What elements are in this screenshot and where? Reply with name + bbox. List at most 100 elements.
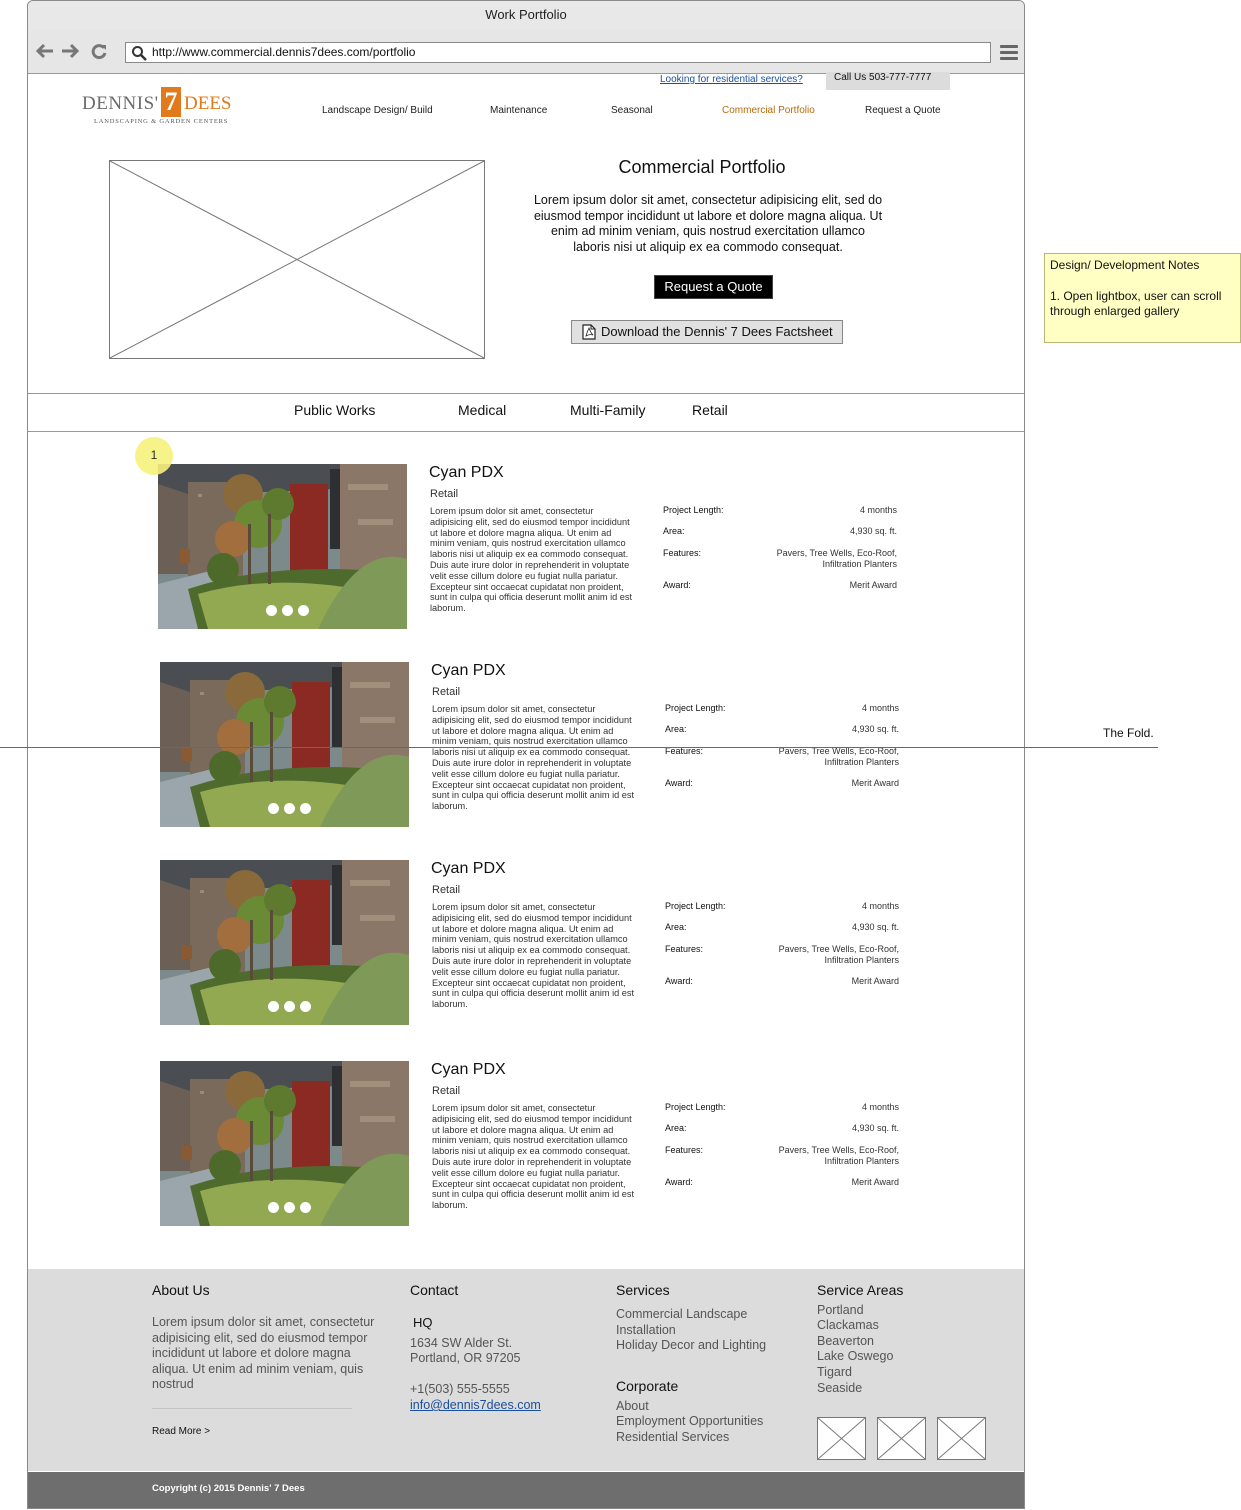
footer-area-item[interactable]: Lake Oswego xyxy=(817,1349,893,1365)
gallery-pagination xyxy=(266,603,314,616)
nav-request-a-quote[interactable]: Request a Quote xyxy=(865,105,941,116)
project-gallery-image[interactable] xyxy=(160,662,409,827)
nav-commercial-portfolio[interactable]: Commercial Portfolio xyxy=(722,105,815,116)
project-card: Cyan PDX Retail Lorem ipsum dolor sit amet… xyxy=(160,860,920,1026)
gallery-pagination xyxy=(268,999,316,1012)
area-label: Area: xyxy=(665,1123,687,1133)
features-value-line-2: Infiltration Planters xyxy=(824,1156,899,1166)
gallery-dot[interactable] xyxy=(300,1001,311,1012)
gallery-dot[interactable] xyxy=(268,803,279,814)
project-length-label: Project Length: xyxy=(663,505,724,515)
award-label: Award: xyxy=(663,580,691,590)
gallery-pagination xyxy=(268,801,316,814)
gallery-dot[interactable] xyxy=(300,1202,311,1213)
footer-corporate-heading: Corporate xyxy=(616,1378,679,1394)
project-title[interactable]: Cyan PDX xyxy=(431,860,506,878)
footer-area-item[interactable]: Portland xyxy=(817,1303,864,1319)
project-card: Cyan PDX Retail Lorem ipsum dolor sit amet… xyxy=(160,662,920,828)
project-title[interactable]: Cyan PDX xyxy=(431,1061,506,1079)
fold-line xyxy=(0,747,1158,748)
footer-corporate-about[interactable]: About xyxy=(616,1399,649,1415)
gallery-dot[interactable] xyxy=(284,1202,295,1213)
project-title[interactable]: Cyan PDX xyxy=(431,662,506,680)
project-gallery-image[interactable] xyxy=(158,464,407,629)
read-more-link[interactable]: Read More > xyxy=(152,1426,210,1437)
footer-corporate-residential[interactable]: Residential Services xyxy=(616,1430,729,1446)
footer-about-text: Lorem ipsum dolor sit amet, consectetur … xyxy=(152,1315,375,1391)
project-category: Retail xyxy=(432,1085,461,1097)
back-arrow-icon[interactable] xyxy=(35,43,55,61)
project-length-label: Project Length: xyxy=(665,703,726,713)
category-public-works[interactable]: Public Works xyxy=(294,402,375,418)
category-filter-bar: Public Works Medical Multi-Family Retail xyxy=(28,393,1024,432)
address-bar[interactable]: http://www.commercial.dennis7dees.com/po… xyxy=(125,42,991,63)
features-value-line-1: Pavers, Tree Wells, Eco-Roof, xyxy=(776,548,897,558)
area-value: 4,930 sq. ft. xyxy=(851,1123,899,1133)
hero-image-placeholder xyxy=(109,160,485,359)
footer-corporate-employment[interactable]: Employment Opportunities xyxy=(616,1414,763,1430)
project-length-label: Project Length: xyxy=(665,1102,726,1112)
project-title[interactable]: Cyan PDX xyxy=(429,464,504,482)
project-card: Cyan PDX Retail Lorem ipsum dolor sit amet… xyxy=(158,464,918,630)
hero-description: Lorem ipsum dolor sit amet, consectetur … xyxy=(533,193,883,254)
gallery-dot[interactable] xyxy=(266,605,277,616)
gallery-dot[interactable] xyxy=(268,1202,279,1213)
footer-area-item[interactable]: Clackamas xyxy=(817,1318,879,1334)
gallery-dot[interactable] xyxy=(298,605,309,616)
notes-item: 1. Open lightbox, user can scroll throug… xyxy=(1050,289,1222,318)
project-category: Retail xyxy=(430,488,459,500)
notes-title: Design/ Development Notes xyxy=(1050,258,1200,272)
project-description: Lorem ipsum dolor sit amet, consectetur … xyxy=(432,1103,635,1211)
footer-contact-heading: Contact xyxy=(410,1282,459,1298)
refresh-icon[interactable] xyxy=(89,43,109,61)
social-icon-placeholder[interactable] xyxy=(877,1417,926,1460)
footer-address-line-2: Portland, OR 97205 xyxy=(410,1351,521,1365)
social-icon-placeholder[interactable] xyxy=(937,1417,986,1460)
features-value-line-1: Pavers, Tree Wells, Eco-Roof, xyxy=(778,1145,899,1155)
category-medical[interactable]: Medical xyxy=(458,402,506,418)
footer: About Us Lorem ipsum dolor sit amet, con… xyxy=(28,1269,1024,1471)
browser-toolbar: http://www.commercial.dennis7dees.com/po… xyxy=(28,31,1024,74)
nav-seasonal[interactable]: Seasonal xyxy=(611,105,653,116)
forward-arrow-icon[interactable] xyxy=(60,43,80,61)
award-label: Award: xyxy=(665,1177,693,1187)
nav-landscape-design-build[interactable]: Landscape Design/ Build xyxy=(322,105,433,116)
footer-service-commercial-landscape[interactable]: Commercial Landscape Installation xyxy=(616,1307,766,1338)
project-length-label: Project Length: xyxy=(665,901,726,911)
award-value: Merit Award xyxy=(851,976,899,986)
project-gallery-image[interactable] xyxy=(160,1061,409,1226)
social-icon-placeholder[interactable] xyxy=(817,1417,866,1460)
request-quote-button[interactable]: Request a Quote xyxy=(654,275,773,299)
design-notes: Design/ Development Notes 1. Open lightb… xyxy=(1044,253,1241,343)
footer-area-item[interactable]: Tigard xyxy=(817,1365,852,1381)
gallery-dot[interactable] xyxy=(268,1001,279,1012)
footer-email-link[interactable]: info@dennis7dees.com xyxy=(410,1398,541,1414)
project-length-value: 4 months xyxy=(859,505,897,515)
category-multi-family[interactable]: Multi-Family xyxy=(570,402,645,418)
footer-area-item[interactable]: Seaside xyxy=(817,1381,862,1397)
footer-area-item[interactable]: Beaverton xyxy=(817,1334,874,1350)
copyright-text: Copyright (c) 2015 Dennis' 7 Dees xyxy=(152,1483,305,1494)
gallery-dot[interactable] xyxy=(282,605,293,616)
area-label: Area: xyxy=(663,526,685,536)
project-length-value: 4 months xyxy=(861,1102,899,1112)
project-card: Cyan PDX Retail Lorem ipsum dolor sit amet… xyxy=(160,1061,920,1227)
browser-menu-icon[interactable] xyxy=(1000,45,1018,61)
project-gallery-image[interactable] xyxy=(160,860,409,1025)
nav-maintenance[interactable]: Maintenance xyxy=(490,105,547,116)
gallery-dot[interactable] xyxy=(300,803,311,814)
category-retail[interactable]: Retail xyxy=(692,402,728,418)
features-value-line-2: Infiltration Planters xyxy=(822,559,897,569)
download-factsheet-button[interactable]: Download the Dennis' 7 Dees Factsheet xyxy=(571,320,843,344)
logo[interactable]: DENNIS' 7 DEES LANDSCAPING & GARDEN CENT… xyxy=(82,87,232,129)
gallery-pagination xyxy=(268,1200,316,1213)
gallery-dot[interactable] xyxy=(284,1001,295,1012)
gallery-dot[interactable] xyxy=(284,803,295,814)
footer-service-holiday-decor[interactable]: Holiday Decor and Lighting xyxy=(616,1338,786,1354)
pdf-icon xyxy=(582,324,596,340)
project-description: Lorem ipsum dolor sit amet, consectetur … xyxy=(432,704,635,812)
residential-services-link[interactable]: Looking for residential services? xyxy=(660,74,803,85)
annotation-marker: 1 xyxy=(135,437,173,475)
area-label: Area: xyxy=(665,724,687,734)
project-description: Lorem ipsum dolor sit amet, consectetur … xyxy=(430,506,633,614)
